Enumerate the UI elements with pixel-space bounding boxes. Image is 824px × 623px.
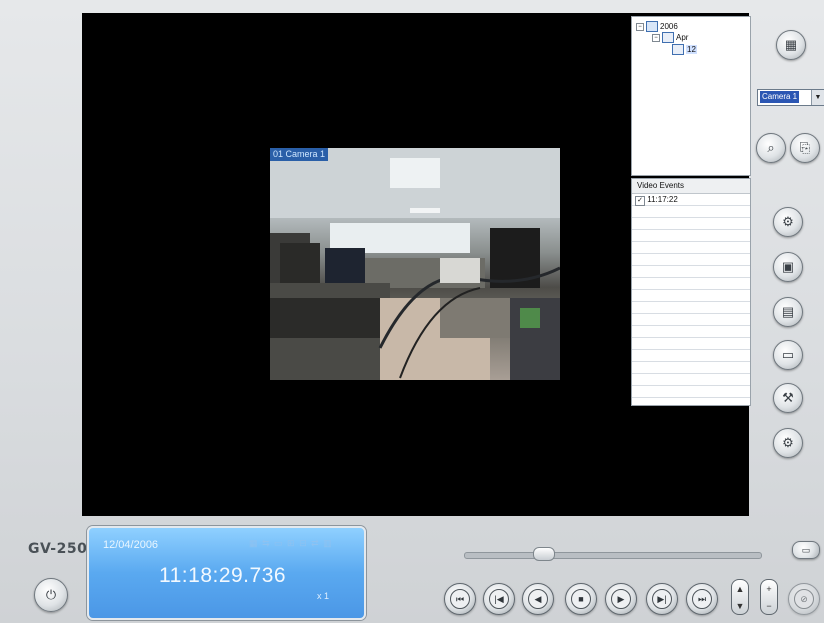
rewind-icon: ◀: [528, 589, 548, 609]
tree-node-year[interactable]: − 2006: [636, 21, 678, 32]
video-events-panel[interactable]: Video Events ✓ 11:17:22: [631, 178, 751, 406]
camera-select[interactable]: Camera 1 ▼: [757, 89, 824, 106]
stop-button[interactable]: ■: [565, 583, 597, 615]
speed-up-icon[interactable]: ▲: [736, 584, 745, 594]
calendar-year-icon: [646, 21, 658, 32]
video-file-icon: [672, 44, 684, 55]
disabled-tool-button[interactable]: ⊘: [788, 583, 820, 615]
play-icon: ▶: [611, 589, 631, 609]
speed-down-icon[interactable]: ▼: [736, 601, 745, 611]
skip-end-icon: ⏭: [692, 589, 712, 609]
playback-slider-track[interactable]: [464, 552, 762, 559]
lcd-playback-speed: x 1: [317, 591, 330, 601]
step-back-icon: |◀: [489, 589, 509, 609]
playback-slider-handle[interactable]: [533, 547, 555, 561]
lcd-display: 12/04/2006 ▦ ⇆ ▭ ⊞ ⊟ ⇄ ▥ 11:18:29.736 x …: [87, 526, 366, 620]
disabled-icon: ⊘: [794, 589, 814, 609]
layout-grid-button[interactable]: ▦: [776, 30, 806, 60]
fullscreen-icon: ▭: [801, 544, 811, 555]
grid-icon: ▦: [784, 37, 798, 52]
zoom-in-icon[interactable]: +: [766, 584, 771, 594]
camera-feed-scene: [270, 148, 560, 380]
search-button[interactable]: ⌕: [756, 133, 786, 163]
fullscreen-toggle-button[interactable]: ▭: [792, 541, 820, 559]
tree-node-day[interactable]: 12: [672, 44, 697, 55]
lcd-date: 12/04/2006: [103, 539, 159, 551]
camera-feed-image[interactable]: [270, 148, 560, 380]
camera-overlay-label: 01 Camera 1: [270, 148, 329, 161]
last-frame-button[interactable]: ⏭: [686, 583, 718, 615]
chevron-down-icon[interactable]: ▼: [811, 90, 824, 105]
power-icon: ⏻: [45, 587, 57, 602]
tree-day-label: 12: [686, 45, 697, 54]
save-image-button[interactable]: ▤: [773, 297, 803, 327]
skip-start-icon: ⏮: [450, 589, 470, 609]
equalizer-icon: ⚙: [782, 214, 794, 229]
video-events-header: Video Events: [632, 179, 750, 194]
save-avi-button[interactable]: ▣: [773, 252, 803, 282]
stop-icon: ■: [571, 589, 591, 609]
collapse-icon[interactable]: −: [636, 22, 644, 31]
next-frame-button[interactable]: ▶|: [646, 583, 678, 615]
save-avi-icon: ▣: [781, 259, 795, 274]
print-button[interactable]: ▭: [773, 340, 803, 370]
search-icon: ⌕: [767, 140, 775, 155]
step-forward-icon: ▶|: [652, 589, 672, 609]
copy-icon: ⎘: [799, 140, 811, 155]
speed-stepper[interactable]: ▲ ▼: [731, 579, 749, 615]
lcd-status-icons: ▦ ⇆ ▭ ⊞ ⊟ ⇄ ▥: [249, 538, 333, 548]
brand-logo: GV-250: [28, 541, 88, 557]
zoom-out-icon[interactable]: −: [766, 601, 771, 611]
tools-icon: ⚒: [782, 390, 794, 405]
collapse-icon[interactable]: −: [652, 33, 660, 42]
event-time: 11:17:22: [647, 195, 678, 204]
tree-node-month[interactable]: − Apr: [652, 32, 688, 43]
config-button[interactable]: ⚙: [773, 428, 803, 458]
tree-year-label: 2006: [660, 22, 678, 31]
checkmark-icon[interactable]: ✓: [635, 196, 645, 206]
tools-button[interactable]: ⚒: [773, 383, 803, 413]
camera-select-value: Camera 1: [760, 91, 800, 103]
tree-month-label: Apr: [676, 33, 689, 42]
lcd-time: 11:18:29.736: [159, 564, 287, 587]
print-icon: ▭: [781, 347, 795, 362]
play-button[interactable]: ▶: [605, 583, 637, 615]
zoom-stepper[interactable]: + −: [760, 579, 778, 615]
config-icon: ⚙: [782, 435, 794, 450]
previous-frame-button[interactable]: |◀: [483, 583, 515, 615]
first-frame-button[interactable]: ⏮: [444, 583, 476, 615]
video-events-list[interactable]: [632, 194, 750, 405]
rewind-button[interactable]: ◀: [522, 583, 554, 615]
list-item[interactable]: ✓ 11:17:22: [635, 194, 678, 206]
power-button[interactable]: ⏻: [34, 578, 68, 612]
save-image-icon: ▤: [781, 304, 795, 319]
copy-button[interactable]: ⎘: [790, 133, 820, 163]
calendar-month-icon: [662, 32, 674, 43]
date-tree-panel[interactable]: − 2006 − Apr 12: [631, 16, 751, 176]
settings-button[interactable]: ⚙: [773, 207, 803, 237]
